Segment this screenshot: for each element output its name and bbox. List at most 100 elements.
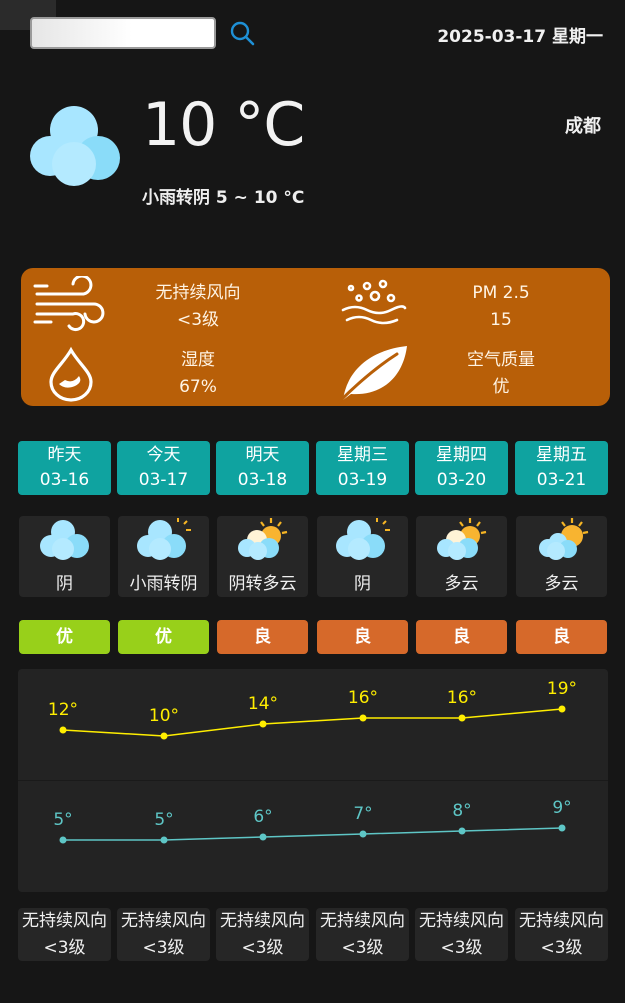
low-temp-label-4: 8° [452, 801, 471, 821]
partly-cloudy-icon [238, 518, 288, 560]
humidity-title: 湿度 [181, 350, 215, 370]
weather-label: 小雨转阴 [129, 574, 198, 594]
day-tab-0[interactable]: 昨天 03-16 [18, 441, 111, 495]
current-temperature: 10 °C [142, 90, 305, 160]
cloud-sun-icon [336, 518, 390, 560]
city-search-input[interactable] [30, 17, 216, 49]
weather-card-0: 阴 [19, 516, 110, 597]
aqi-badge-4: 良 [416, 620, 507, 654]
cloud-icon [40, 520, 89, 560]
low-temp-label-5: 9° [552, 798, 571, 818]
day-name: 星期五 [536, 445, 587, 465]
low-temp-label-0: 5° [53, 810, 72, 830]
leaf-icon [337, 346, 407, 404]
wind-level: <3级 [341, 938, 384, 958]
weather-card-3: 阴 [317, 516, 408, 597]
weather-label: 阴转多云 [228, 574, 297, 594]
low-temp-point-3 [359, 830, 367, 838]
wind-direction: 无持续风向 [419, 911, 504, 931]
weather-label: 阴 [354, 574, 371, 594]
city-name: 成都 [565, 116, 601, 137]
aqi-badge-1: 优 [118, 620, 209, 654]
day-date: 03-16 [39, 470, 90, 490]
wind-level: <3级 [142, 938, 185, 958]
cloud-sun-icon [137, 518, 191, 560]
low-temp-label-2: 6° [253, 807, 272, 827]
wind-card-5: 无持续风向 <3级 [515, 908, 608, 961]
wind-level: <3级 [241, 938, 284, 958]
pm25-title: PM 2.5 [472, 283, 530, 303]
air-quality-info: 空气质量 优 [436, 347, 566, 401]
current-info-panel: 无持续风向 <3级 PM 2.5 15 湿度 67% 空气质量 优 [21, 268, 610, 406]
day-tab-2[interactable]: 明天 03-18 [216, 441, 309, 495]
wind-direction: 无持续风向 [220, 911, 305, 931]
cloud-icon [30, 106, 120, 186]
air-quality-title: 空气质量 [467, 350, 535, 370]
wind-card-0: 无持续风向 <3级 [18, 908, 111, 961]
wind-direction: 无持续风向 [121, 911, 206, 931]
day-tab-3[interactable]: 星期三 03-19 [316, 441, 409, 495]
weather-card-4: 多云 [416, 516, 507, 597]
high-temp-line [62, 708, 563, 737]
day-name: 星期三 [337, 445, 388, 465]
high-temp-point-4 [458, 714, 466, 722]
search-icon[interactable] [229, 20, 255, 46]
day-name: 昨天 [47, 445, 82, 465]
sun-cloud-icon [539, 518, 589, 560]
low-temp-point-4 [458, 827, 466, 835]
wind-level: <3级 [440, 938, 483, 958]
weather-card-1: 小雨转阴 [118, 516, 209, 597]
day-name: 明天 [245, 445, 280, 465]
high-temp-point-3 [359, 714, 367, 722]
aqi-badge-5: 良 [516, 620, 607, 654]
low-temp-label-1: 5° [154, 810, 173, 830]
high-temp-label-3: 16° [348, 688, 378, 708]
wind-card-1: 无持续风向 <3级 [117, 908, 210, 961]
weather-card-5: 多云 [516, 516, 607, 597]
low-temp-label-3: 7° [353, 804, 372, 824]
temperature-chart-svg: 12° 10° 14° 16° 16° 19° 5° 5° 6° 7° 8° 9° [48, 679, 577, 844]
high-temp-point-1 [160, 732, 168, 740]
high-temp-label-0: 12° [48, 700, 78, 720]
weather-label: 多云 [544, 574, 579, 594]
day-tab-1[interactable]: 今天 03-17 [117, 441, 210, 495]
aqi-badge-3: 良 [317, 620, 408, 654]
humidity-icon [49, 346, 93, 402]
wind-direction: 无持续风向 [22, 911, 107, 931]
high-temp-label-2: 14° [248, 694, 278, 714]
aqi-badge-0: 优 [19, 620, 110, 654]
weather-label: 多云 [444, 574, 479, 594]
temperature-chart: 12° 10° 14° 16° 16° 19° 5° 5° 6° 7° 8° 9° [18, 669, 608, 892]
wind-direction: 无持续风向 [320, 911, 405, 931]
wind-level: <3级 [43, 938, 86, 958]
wind-level: <3级 [176, 310, 220, 330]
wind-title: 无持续风向 [155, 283, 241, 303]
high-temp-label-5: 19° [547, 679, 577, 699]
wind-info: 无持续风向 <3级 [133, 280, 263, 334]
low-temp-point-5 [558, 824, 566, 832]
weather-card-2: 阴转多云 [217, 516, 308, 597]
wind-card-3: 无持续风向 <3级 [316, 908, 409, 961]
wind-direction: 无持续风向 [519, 911, 604, 931]
day-date: 03-19 [337, 470, 388, 490]
wind-icon [33, 276, 105, 331]
current-summary: 小雨转阴 5 ~ 10 °C [142, 188, 305, 208]
air-quality-value: 优 [492, 377, 510, 397]
aqi-badge-2: 良 [217, 620, 308, 654]
day-tab-5[interactable]: 星期五 03-21 [515, 441, 608, 495]
day-date: 03-17 [138, 470, 189, 490]
wind-level: <3级 [540, 938, 583, 958]
day-tab-4[interactable]: 星期四 03-20 [415, 441, 508, 495]
low-temp-point-0 [59, 836, 67, 844]
wind-card-4: 无持续风向 <3级 [415, 908, 508, 961]
pm25-icon [341, 279, 407, 325]
day-name: 今天 [146, 445, 181, 465]
low-temp-line [63, 827, 563, 841]
pm25-info: PM 2.5 15 [436, 280, 566, 334]
low-temp-point-2 [259, 833, 267, 841]
day-date: 03-20 [436, 470, 487, 490]
day-name: 星期四 [436, 445, 487, 465]
high-temp-point-0 [59, 726, 67, 734]
high-temp-label-4: 16° [447, 688, 477, 708]
low-temp-point-1 [160, 836, 168, 844]
